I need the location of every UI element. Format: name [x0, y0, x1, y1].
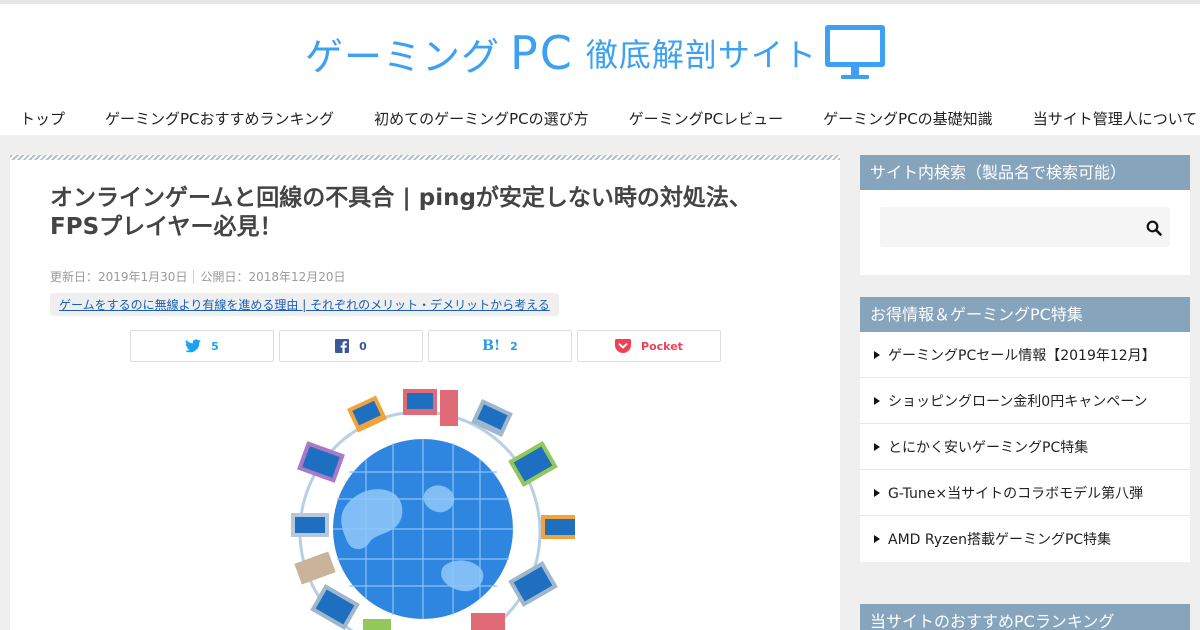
triangle-icon	[874, 488, 880, 497]
pocket-icon	[615, 338, 632, 354]
pocket-label: Pocket	[641, 339, 683, 353]
search-icon[interactable]	[1146, 220, 1162, 240]
widget-spacer	[860, 275, 1190, 297]
hatena-bookmark-icon: B!	[482, 338, 501, 354]
twitter-count: 5	[211, 339, 219, 353]
list-item-label: G-Tune×当サイトのコラボモデル第八弾	[888, 485, 1144, 502]
sidebar: サイト内検索（製品名で検索可能） お得情報＆ゲーミングPC特集 ゲーミングPCセ…	[860, 155, 1190, 630]
triangle-icon	[874, 396, 880, 405]
article-title-line1: オンラインゲームと回線の不具合 | pingが安定しない時の対処法、	[50, 185, 752, 211]
site-header: ゲーミング PC 徹底解剖サイト トップ ゲーミングPCおすすめランキング 初め…	[0, 0, 1200, 135]
article-hero-image	[275, 387, 579, 630]
triangle-icon	[874, 535, 880, 543]
nav-item-guide[interactable]: 初めてのゲーミングPCの選び方	[354, 100, 609, 138]
twitter-share-button[interactable]: 5	[130, 330, 274, 362]
nav-item-top[interactable]: トップ	[0, 100, 85, 138]
list-item[interactable]: ゲーミングPCセール情報【2019年12月】	[860, 332, 1190, 378]
triangle-icon	[874, 442, 880, 451]
monitor-icon	[824, 25, 885, 81]
article-container: オンラインゲームと回線の不具合 | pingが安定しない時の対処法、 FPSプレ…	[10, 155, 840, 630]
list-item-label: とにかく安いゲーミングPC特集	[888, 439, 1089, 456]
article-title: オンラインゲームと回線の不具合 | pingが安定しない時の対処法、 FPSプレ…	[50, 184, 800, 242]
article-top-stripe	[10, 155, 840, 160]
updated-date: 更新日：2019年1月30日	[50, 270, 188, 284]
date-divider	[193, 270, 195, 283]
list-item-label: ショッピングローン金利0円キャンペーン	[888, 393, 1148, 410]
list-item[interactable]: G-Tune×当サイトのコラボモデル第八弾	[860, 470, 1190, 516]
site-logo[interactable]: ゲーミング PC 徹底解剖サイト	[305, 22, 885, 84]
nav-item-ranking[interactable]: ゲーミングPCおすすめランキング	[85, 100, 354, 138]
facebook-count: 0	[359, 339, 367, 353]
facebook-share-button[interactable]: 0	[279, 330, 423, 362]
published-date: 公開日：2018年12月20日	[200, 270, 346, 284]
global-nav: トップ ゲーミングPCおすすめランキング 初めてのゲーミングPCの選び方 ゲーミ…	[0, 100, 1200, 138]
list-item-label: AMD Ryzen搭載ゲーミングPC特集	[888, 532, 1112, 548]
list-item[interactable]: ショッピングローン金利0円キャンペーン	[860, 378, 1190, 424]
nav-item-review[interactable]: ゲーミングPCレビュー	[609, 100, 804, 138]
logo-text-gaming: ゲーミング	[305, 34, 501, 79]
ranking-widget-title: 当サイトのおすすめPCランキング	[860, 604, 1190, 630]
deals-list: ゲーミングPCセール情報【2019年12月】 ショッピングローン金利0円キャンペ…	[860, 332, 1190, 562]
pocket-button[interactable]: Pocket	[577, 330, 721, 362]
article-dates: 更新日：2019年1月30日 公開日：2018年12月20日	[50, 268, 800, 285]
hatena-bookmark-button[interactable]: B! 2	[428, 330, 572, 362]
related-article-link[interactable]: ゲームをするのに無線より有線を進める理由 | それぞれのメリット・デメリットから…	[50, 293, 559, 316]
logo-text-pc: PC	[510, 26, 574, 80]
deals-widget-title: お得情報＆ゲーミングPC特集	[860, 297, 1190, 332]
list-item[interactable]: AMD Ryzen搭載ゲーミングPC特集	[860, 516, 1190, 562]
twitter-icon	[185, 339, 202, 353]
search-input[interactable]	[880, 207, 1170, 247]
nav-item-about[interactable]: 当サイト管理人について	[1013, 100, 1200, 138]
hatena-count: 2	[510, 339, 518, 353]
list-item-label: ゲーミングPCセール情報【2019年12月】	[888, 347, 1156, 364]
logo-text-site: 徹底解剖サイト	[585, 36, 817, 74]
share-buttons: 5 0 B! 2 Pocket	[130, 330, 721, 362]
nav-item-basics[interactable]: ゲーミングPCの基礎知識	[803, 100, 1013, 138]
article-title-line2: FPSプレイヤー必見！	[50, 214, 283, 240]
widget-spacer	[860, 562, 1190, 604]
search-widget-title: サイト内検索（製品名で検索可能）	[860, 155, 1190, 190]
list-item[interactable]: とにかく安いゲーミングPC特集	[860, 424, 1190, 470]
facebook-icon	[335, 339, 350, 353]
search-widget	[860, 190, 1190, 275]
triangle-icon	[874, 350, 880, 359]
